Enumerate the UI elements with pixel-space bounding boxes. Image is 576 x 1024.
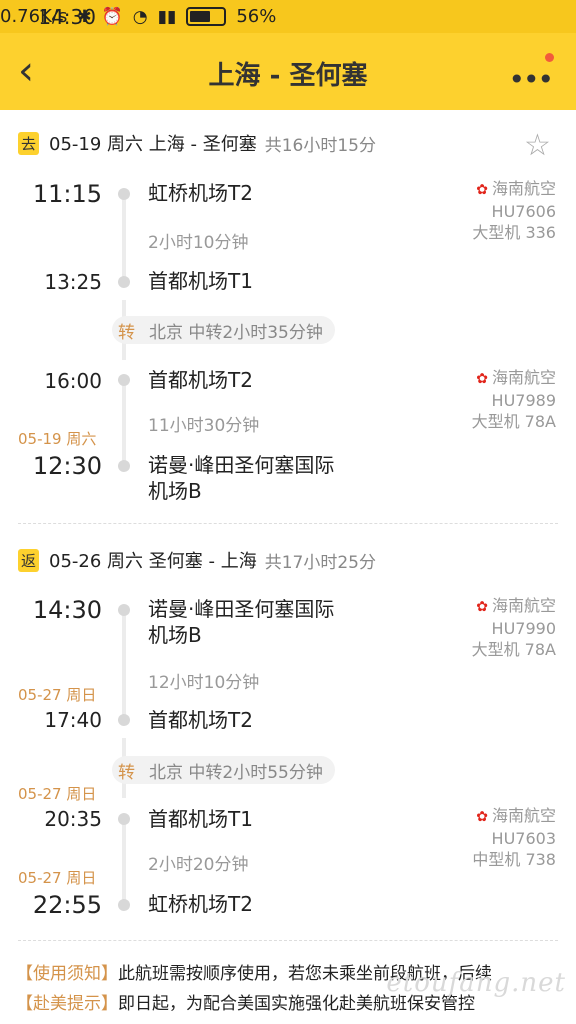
flight-number: HU7990 <box>491 619 556 638</box>
status-time: 14:30 <box>38 4 96 29</box>
arrival-date: 05-27 周日 <box>18 869 97 887</box>
flight-number: HU7989 <box>491 391 556 410</box>
return-header: 返 05-26 周六 圣何塞 - 上海 共17小时25分 <box>18 547 376 573</box>
outbound-header: 去 05-19 周六 上海 - 圣何塞 共16小时15分 <box>18 130 376 156</box>
arrival-time: 13:25 <box>44 270 102 294</box>
hainan-airlines-logo-icon: ✿ <box>476 809 488 825</box>
timeline-line <box>122 380 126 470</box>
outbound-tag: 去 <box>18 131 40 155</box>
timeline-line <box>122 192 126 282</box>
signal-icon: ▮▮ <box>157 6 177 27</box>
return-summary: 05-26 周六 圣何塞 - 上海 <box>49 551 257 572</box>
timeline-node <box>118 188 130 200</box>
transfer-text: 北京 中转2小时55分钟 <box>149 762 323 783</box>
notice-label: 【使用须知】 <box>16 964 118 984</box>
airport-name: 首都机场T2 <box>148 708 253 732</box>
airport-name: 诺曼·峰田圣何塞国际 机场B <box>148 453 335 503</box>
timeline-node <box>118 276 130 288</box>
airline-info: ✿ 海南航空 HU7989 大型机 78A <box>471 368 556 431</box>
outbound-summary: 05-19 周六 上海 - 圣何塞 <box>49 134 257 155</box>
alarm-icon: ⏰ <box>101 6 123 27</box>
status-bar: 14:30 0.76K/s ✱ ⏰ ◔ ▮▮ 56% <box>0 0 576 33</box>
star-icon[interactable]: ☆ <box>524 128 551 163</box>
timeline-node <box>118 604 130 616</box>
airline-info: ✿ 海南航空 HU7606 大型机 336 <box>472 179 556 242</box>
battery-icon <box>186 7 227 26</box>
timeline-node <box>118 899 130 911</box>
airline-info: ✿ 海南航空 HU7990 大型机 78A <box>471 596 556 659</box>
flight-duration: 2小时10分钟 <box>148 233 249 253</box>
aircraft-type: 大型机 78A <box>471 640 556 659</box>
hainan-airlines-logo-icon: ✿ <box>476 371 488 387</box>
arrival-time: 12:30 <box>32 452 102 480</box>
airport-name: 虹桥机场T2 <box>148 892 253 916</box>
timeline-line <box>122 610 126 720</box>
return-duration: 共17小时25分 <box>264 552 376 573</box>
more-dots-icon[interactable]: ••• <box>508 63 554 96</box>
departure-date: 05-27 周日 <box>18 785 97 803</box>
section-divider <box>18 940 558 941</box>
hainan-airlines-logo-icon: ✿ <box>476 182 488 198</box>
flight-number: HU7603 <box>491 829 556 848</box>
airport-name: 首都机场T1 <box>148 807 253 831</box>
notice-label: 【赴美提示】 <box>16 994 118 1014</box>
wifi-icon: ◔ <box>132 6 148 27</box>
transfer-label: 转 <box>118 762 135 783</box>
app-header: ‹ 上海 - 圣何塞 ••• <box>0 33 576 110</box>
departure-time: 14:30 <box>32 596 102 624</box>
airport-name: 虹桥机场T2 <box>148 181 253 205</box>
return-tag: 返 <box>18 548 40 572</box>
aircraft-type: 中型机 738 <box>472 850 556 869</box>
page-title: 上海 - 圣何塞 <box>208 61 368 91</box>
arrival-time: 17:40 <box>44 708 102 732</box>
departure-time: 20:35 <box>44 807 102 831</box>
timeline-node <box>118 460 130 472</box>
transfer-text: 北京 中转2小时35分钟 <box>149 322 323 343</box>
transfer-label: 转 <box>118 322 135 343</box>
timeline-line <box>122 818 126 906</box>
arrival-date: 05-19 周六 <box>18 430 97 448</box>
airport-name: 首都机场T1 <box>148 269 253 293</box>
departure-time: 11:15 <box>32 180 102 208</box>
timeline-node <box>118 374 130 386</box>
section-divider <box>18 523 558 524</box>
timeline-node <box>118 714 130 726</box>
flight-number: HU7606 <box>491 202 556 221</box>
airport-name: 首都机场T2 <box>148 368 253 392</box>
timeline-node <box>118 813 130 825</box>
aircraft-type: 大型机 336 <box>472 223 556 242</box>
flight-duration: 12小时10分钟 <box>148 673 260 693</box>
aircraft-type: 大型机 78A <box>471 412 556 431</box>
flight-duration: 11小时30分钟 <box>148 416 260 436</box>
flight-duration: 2小时20分钟 <box>148 855 249 875</box>
arrival-time: 22:55 <box>32 891 102 919</box>
transfer-badge: 转 北京 中转2小时35分钟 <box>112 316 335 344</box>
watermark: etoufang.net <box>386 968 566 998</box>
departure-time: 16:00 <box>44 369 102 393</box>
transfer-badge: 转 北京 中转2小时55分钟 <box>112 756 335 784</box>
battery-percent: 56% <box>236 6 277 27</box>
arrival-date: 05-27 周日 <box>18 686 97 704</box>
notification-dot <box>545 53 554 62</box>
hainan-airlines-logo-icon: ✿ <box>476 599 488 615</box>
airport-name: 诺曼·峰田圣何塞国际 机场B <box>148 597 335 647</box>
outbound-duration: 共16小时15分 <box>264 135 376 156</box>
airline-info: ✿ 海南航空 HU7603 中型机 738 <box>472 806 556 869</box>
